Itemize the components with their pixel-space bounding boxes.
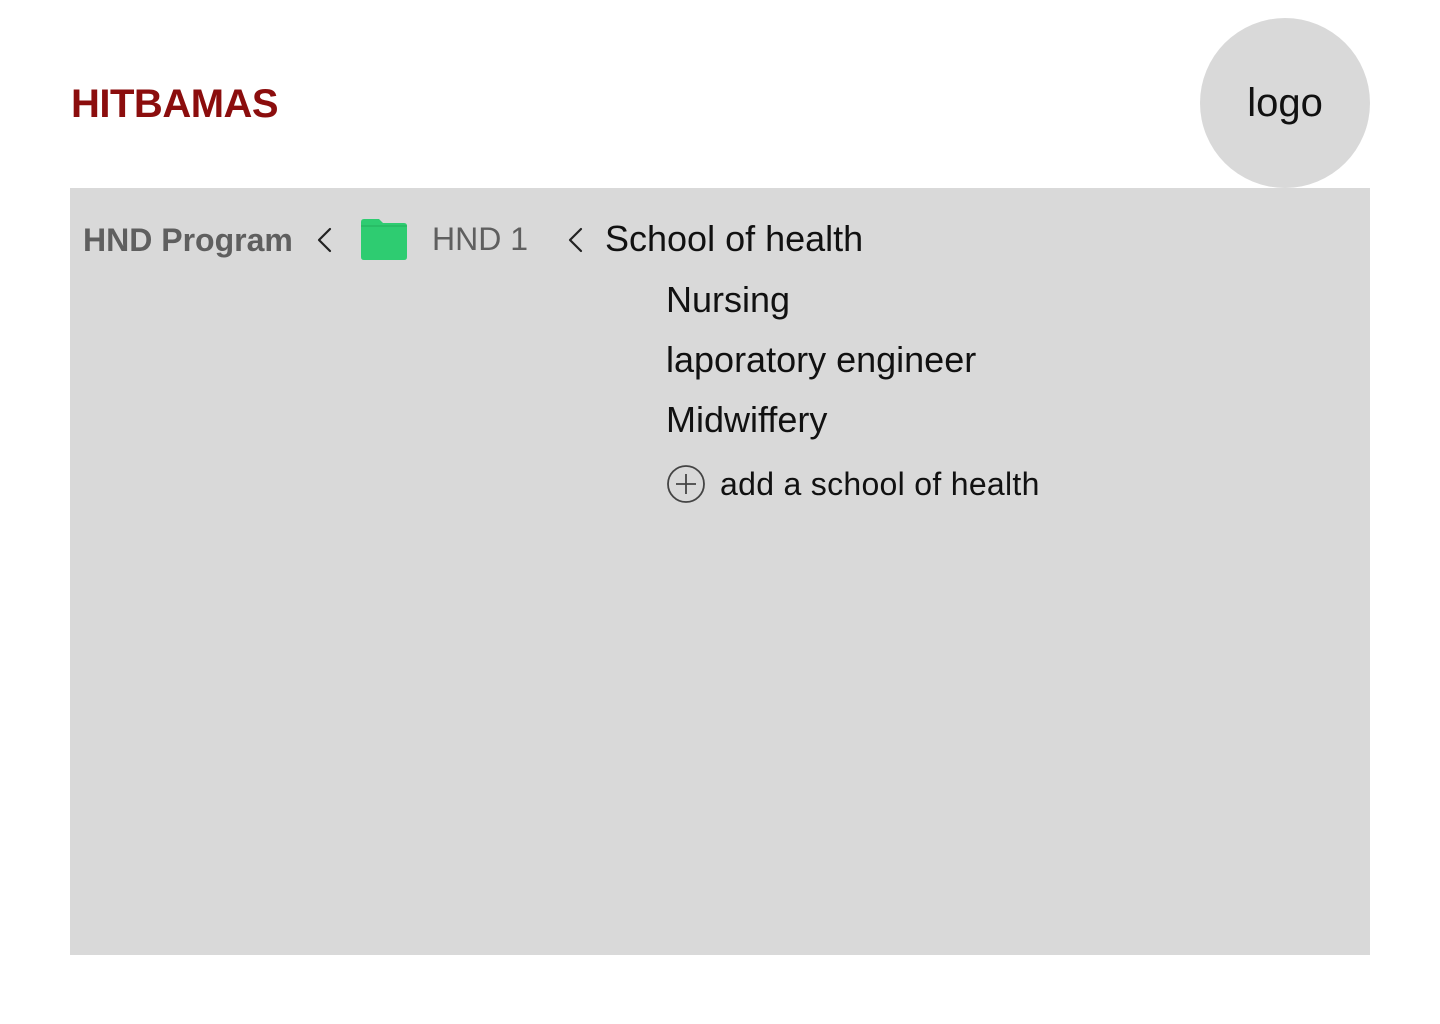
plus-circle-icon — [667, 465, 705, 503]
add-school-button[interactable]: add a school of health — [666, 464, 1040, 504]
folder-icon[interactable] — [359, 217, 409, 261]
breadcrumb-program[interactable]: HND Program — [83, 220, 293, 260]
brand-title: HITBAMAS — [71, 82, 279, 126]
logo-label: logo — [1247, 80, 1323, 125]
school-item-nursing[interactable]: Nursing — [666, 278, 976, 338]
main-panel: HND Program HND 1 School of health Nursi… — [70, 188, 1370, 955]
school-item-laboratory[interactable]: laporatory engineer — [666, 338, 976, 398]
logo[interactable]: logo — [1200, 18, 1370, 188]
page: HITBAMAS logo HND Program HND 1 School o… — [0, 0, 1440, 1024]
school-list: Nursing laporatory engineer Midwiffery — [666, 278, 976, 458]
add-school-label: add a school of health — [720, 465, 1040, 502]
breadcrumb-hnd-1[interactable]: HND 1 — [432, 219, 528, 259]
school-item-midwifery[interactable]: Midwiffery — [666, 398, 976, 458]
chevron-left-icon — [317, 227, 332, 253]
chevron-left-icon — [568, 227, 583, 253]
breadcrumb-current: School of health — [605, 218, 864, 259]
